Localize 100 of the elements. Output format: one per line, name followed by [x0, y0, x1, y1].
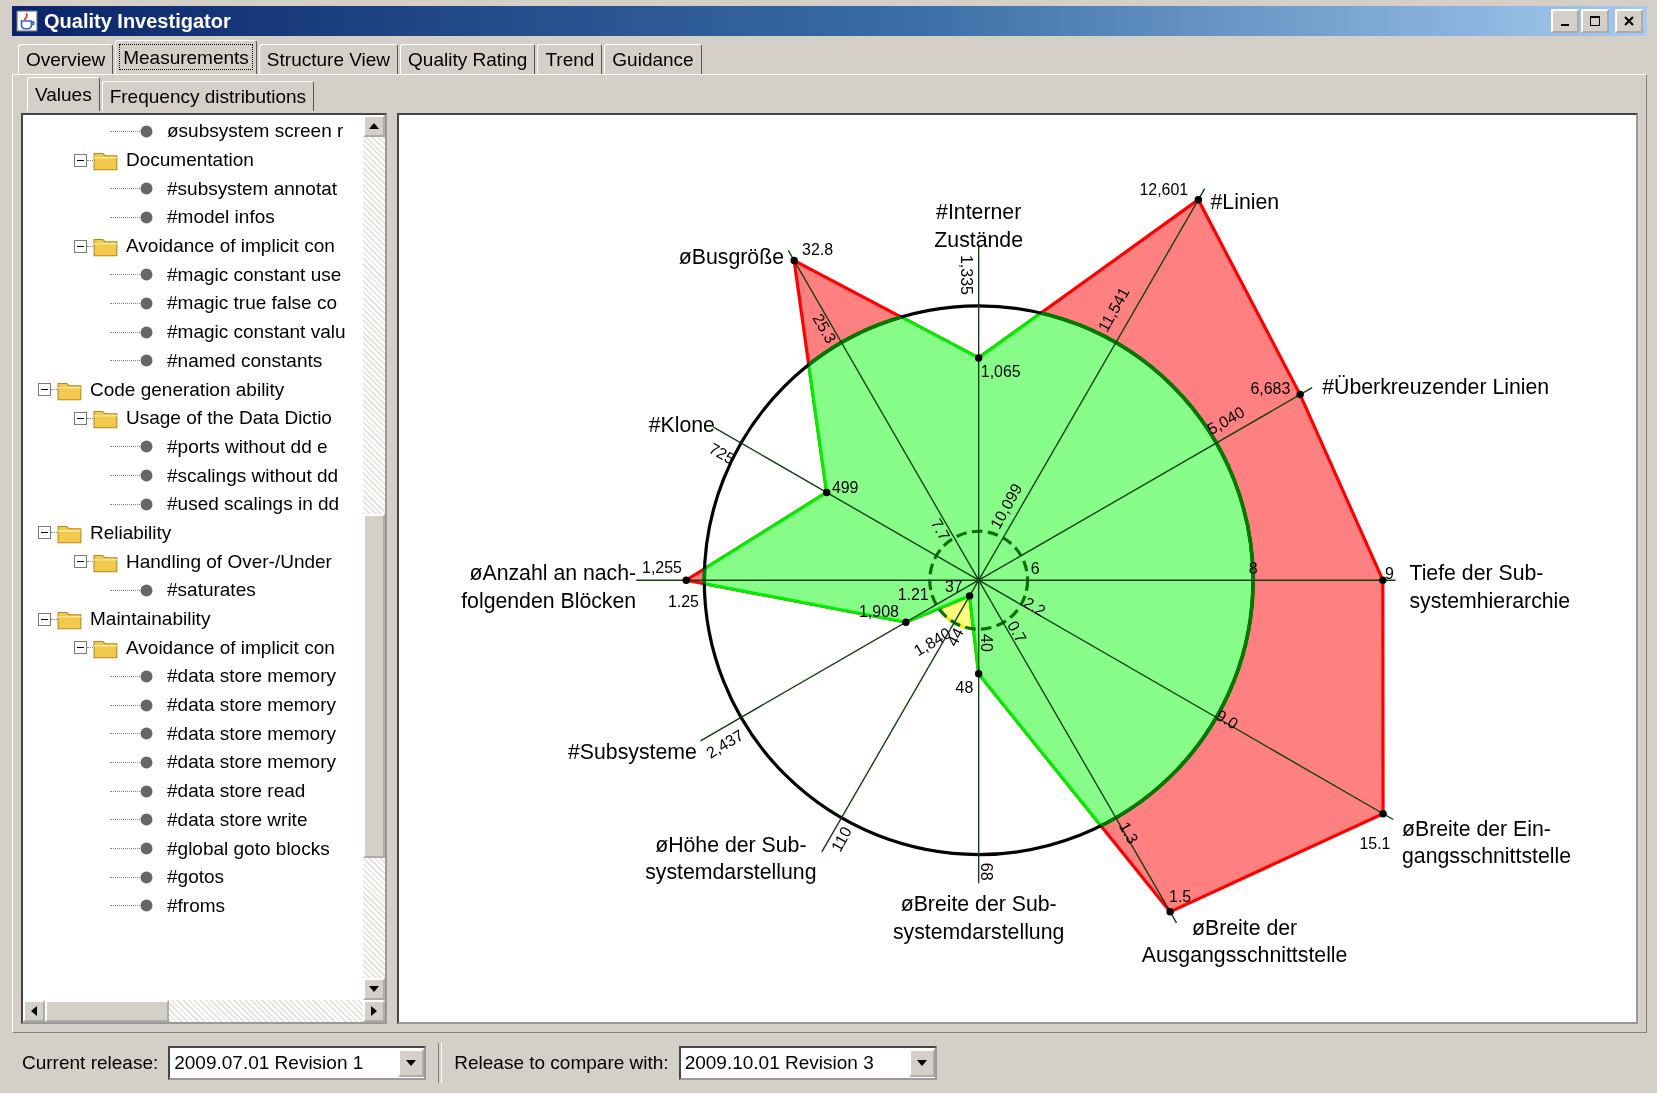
close-button[interactable] — [1615, 9, 1643, 33]
collapse-icon[interactable] — [38, 383, 51, 397]
tree-item[interactable]: #data store memory — [167, 665, 336, 688]
value-label: 15.1 — [1359, 835, 1391, 853]
data-point — [1379, 809, 1387, 818]
axis-label: øHöhe der Sub- — [655, 832, 807, 857]
tree-folder-item[interactable]: Reliability — [90, 521, 172, 544]
up-arrow-icon — [369, 123, 379, 129]
axis-label: øBreite der — [1192, 915, 1298, 940]
collapse-icon[interactable] — [74, 641, 87, 655]
left-arrow-icon — [31, 1006, 37, 1016]
release-dropdown[interactable]: 2009.07.01 Revision 1 — [168, 1046, 427, 1080]
collapse-icon[interactable] — [74, 555, 87, 569]
scroll-up-button[interactable] — [363, 115, 385, 137]
bullet-icon — [140, 583, 153, 597]
tree-folder-item[interactable]: Maintainability — [90, 608, 211, 631]
bullet-icon — [140, 469, 153, 483]
axis-label: #Klone — [648, 412, 715, 437]
bullet-icon — [140, 210, 153, 224]
collapse-icon[interactable] — [74, 411, 87, 425]
tab[interactable]: Quality Rating — [400, 44, 536, 74]
close-icon — [1623, 15, 1635, 27]
maximize-icon — [1589, 15, 1601, 27]
tree-item[interactable]: #scalings without dd — [167, 464, 339, 487]
tree-item[interactable]: #data store read — [167, 780, 306, 803]
tree-item[interactable]: #magic true false co — [167, 292, 338, 315]
tab[interactable]: Values — [27, 77, 100, 111]
reference-value-label: 5,040 — [1204, 403, 1248, 438]
tree-item[interactable]: #data store write — [167, 808, 308, 831]
axis-label: Tiefe der Sub- — [1409, 561, 1544, 586]
tree-folder-item[interactable]: Code generation ability — [90, 378, 285, 401]
bullet-icon — [140, 784, 153, 798]
bullet-icon — [140, 813, 153, 827]
tree-item[interactable]: #magic constant valu — [167, 321, 346, 344]
tree-item[interactable]: #saturates — [167, 579, 256, 602]
scrollbar-thumb[interactable] — [45, 1000, 169, 1022]
tree-folder-item[interactable]: Documentation — [126, 149, 254, 172]
tree-item[interactable]: #gotos — [167, 866, 225, 889]
tree-folder-item[interactable]: Avoidance of implicit con — [126, 636, 335, 659]
tree-item[interactable]: #used scalings in dd — [167, 493, 340, 516]
value-label: 1,255 — [642, 558, 682, 576]
data-point — [1296, 390, 1304, 399]
tree-item[interactable]: #magic constant use — [167, 263, 342, 286]
value-label: 9 — [1385, 565, 1394, 583]
axis-label: folgenden Blöcken — [461, 589, 637, 614]
tree-item[interactable]: #data store memory — [167, 722, 336, 745]
data-point — [1166, 908, 1174, 916]
tree-item[interactable]: #named constants — [167, 349, 323, 372]
tree-item[interactable]: #data store memory — [167, 694, 336, 717]
scrollbar-thumb[interactable] — [363, 514, 385, 858]
tree-folder-item[interactable]: Usage of the Data Dictio — [126, 407, 332, 430]
bullet-icon — [140, 669, 153, 683]
tab[interactable]: Guidance — [604, 44, 702, 74]
axis-label: #Subsysteme — [567, 740, 697, 765]
collapse-icon[interactable] — [38, 612, 51, 626]
inner-value-label: 40 — [977, 634, 995, 652]
minimize-icon — [1561, 24, 1569, 26]
tree-folder-item[interactable]: Handling of Over-/Under — [126, 550, 332, 573]
collapse-icon[interactable] — [38, 526, 51, 540]
tree-folder-item[interactable]: Avoidance of implicit con — [126, 235, 335, 258]
value-label: 1,065 — [980, 363, 1021, 380]
vertical-scrollbar[interactable] — [363, 115, 385, 1000]
tab[interactable]: Structure View — [258, 44, 399, 74]
tab[interactable]: Measurements — [115, 40, 257, 74]
collapse-icon[interactable] — [74, 239, 87, 253]
axis-label: #Linien — [1210, 190, 1280, 215]
tree-item[interactable]: #froms — [167, 894, 226, 917]
tab[interactable]: Overview — [18, 44, 114, 74]
data-point — [822, 488, 831, 497]
reference-value-label: 8 — [1248, 559, 1258, 577]
bullet-icon — [140, 325, 153, 339]
tab[interactable]: Frequency distributions — [101, 81, 315, 111]
collapse-icon[interactable] — [74, 153, 87, 167]
reference-value-label: 1.3 — [1115, 818, 1142, 847]
tree-item[interactable]: øsubsystem screen r — [167, 120, 344, 143]
data-point — [974, 354, 983, 362]
scroll-right-button[interactable] — [363, 1000, 385, 1022]
bullet-icon — [140, 354, 153, 368]
window-title: Quality Investigator — [44, 9, 232, 33]
tree-item[interactable]: #ports without dd e — [167, 435, 328, 458]
axis-max-label: 1,335 — [957, 255, 975, 295]
tab[interactable]: Trend — [537, 44, 603, 74]
inner-value-label: 7.7 — [927, 515, 954, 544]
scroll-down-button[interactable] — [363, 978, 385, 1000]
inner-value-label: 2.2 — [1020, 593, 1049, 620]
minimize-button[interactable] — [1551, 9, 1579, 33]
release-dropdown[interactable]: 2009.10.01 Revision 3 — [678, 1046, 937, 1080]
data-point — [1194, 196, 1203, 204]
scroll-left-button[interactable] — [23, 1000, 45, 1022]
maximize-button[interactable] — [1581, 9, 1609, 33]
right-arrow-icon — [371, 1006, 377, 1016]
bullet-icon — [140, 698, 153, 712]
tree-item[interactable]: #subsystem annotat — [167, 177, 338, 200]
axis-label: øBusgröße — [678, 244, 785, 269]
tree-item[interactable]: #model infos — [167, 206, 275, 229]
tree-item[interactable]: #global goto blocks — [167, 837, 330, 860]
horizontal-scrollbar[interactable] — [23, 1000, 385, 1022]
axis-label: Ausgangsschnittstelle — [1141, 943, 1348, 968]
down-arrow-icon — [369, 986, 379, 992]
tree-item[interactable]: #data store memory — [167, 751, 336, 774]
